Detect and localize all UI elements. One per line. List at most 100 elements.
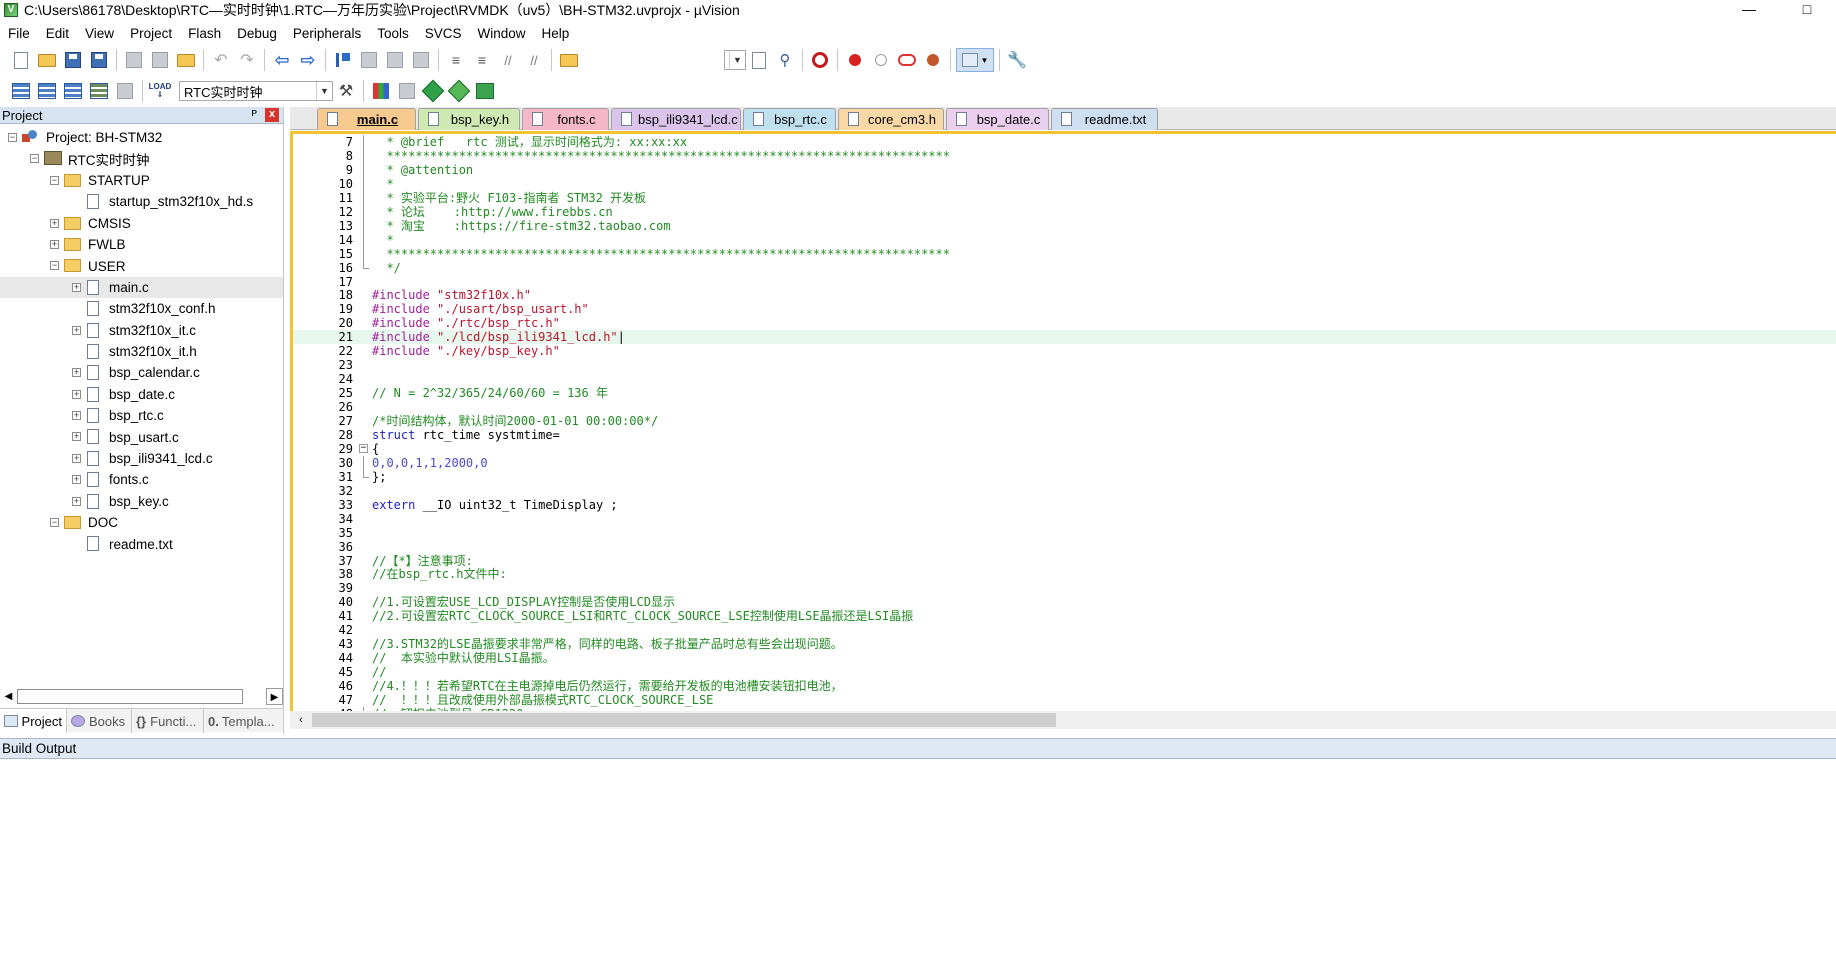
editor-tab[interactable]: bsp_ili9341_lcd.c bbox=[611, 108, 741, 130]
expand-icon[interactable]: + bbox=[72, 282, 81, 292]
expand-icon[interactable]: + bbox=[72, 325, 81, 335]
undo-button[interactable]: ↶ bbox=[209, 48, 233, 72]
tree-item[interactable]: + bsp_usart.c bbox=[0, 426, 283, 447]
find-combo[interactable]: ▼ bbox=[724, 50, 746, 70]
editor-tab[interactable]: core_cm3.h bbox=[838, 108, 944, 130]
collapse-icon[interactable]: − bbox=[359, 443, 368, 453]
find-in-files-button[interactable] bbox=[557, 48, 581, 72]
tab-project[interactable]: Project bbox=[0, 709, 67, 733]
navigate-back-button[interactable]: ⇦ bbox=[270, 48, 294, 72]
tree-item[interactable]: + fonts.c bbox=[0, 469, 283, 490]
menu-svcs[interactable]: SVCS bbox=[417, 26, 470, 41]
tree-item[interactable]: − USER bbox=[0, 255, 283, 276]
stop-build-button[interactable] bbox=[113, 79, 137, 103]
tree-item[interactable]: − Project: BH-STM32 bbox=[0, 127, 283, 148]
tree-item[interactable]: + bsp_ili9341_lcd.c bbox=[0, 448, 283, 469]
expand-icon[interactable]: + bbox=[72, 475, 81, 485]
menu-project[interactable]: Project bbox=[122, 26, 180, 41]
redo-button[interactable]: ↷ bbox=[235, 48, 259, 72]
tree-item[interactable]: − RTC实时时钟 bbox=[0, 148, 283, 169]
incremental-find-button[interactable]: ⚲ bbox=[773, 48, 797, 72]
target-select[interactable]: RTC实时时钟 ▼ bbox=[179, 81, 333, 101]
next-bookmark-button[interactable] bbox=[383, 48, 407, 72]
expand-icon[interactable]: + bbox=[72, 389, 81, 399]
collapse-icon[interactable]: − bbox=[50, 175, 59, 185]
tree-item[interactable]: + FWLB bbox=[0, 234, 283, 255]
editor-horizontal-scrollbar[interactable]: ‹ bbox=[290, 711, 1836, 729]
file-extensions-button[interactable] bbox=[395, 79, 419, 103]
menu-window[interactable]: Window bbox=[469, 26, 533, 41]
expand-icon[interactable]: + bbox=[72, 411, 81, 421]
navigate-forward-button[interactable]: ⇨ bbox=[296, 48, 320, 72]
menu-flash[interactable]: Flash bbox=[180, 26, 229, 41]
editor-tab[interactable]: bsp_date.c bbox=[946, 108, 1049, 130]
scroll-left-icon[interactable]: ‹ bbox=[292, 711, 310, 729]
cut-button[interactable] bbox=[122, 48, 146, 72]
expand-icon[interactable]: + bbox=[72, 368, 81, 378]
tree-item[interactable]: readme.txt bbox=[0, 533, 283, 554]
copy-button[interactable] bbox=[148, 48, 172, 72]
tree-item[interactable]: + bsp_date.c bbox=[0, 384, 283, 405]
tree-item[interactable]: + main.c bbox=[0, 276, 283, 299]
menu-help[interactable]: Help bbox=[534, 26, 578, 41]
save-button[interactable] bbox=[61, 48, 85, 72]
editor-tab[interactable]: bsp_rtc.c bbox=[743, 108, 836, 130]
menu-view[interactable]: View bbox=[77, 26, 122, 41]
tab-functions[interactable]: {} Functi... bbox=[132, 709, 204, 733]
menu-file[interactable]: File bbox=[0, 26, 38, 41]
comment-button[interactable]: // bbox=[496, 48, 520, 72]
project-horizontal-scrollbar[interactable]: ◀ ▶ bbox=[0, 688, 283, 705]
translate-button[interactable] bbox=[9, 79, 33, 103]
collapse-icon[interactable]: − bbox=[30, 154, 39, 164]
window-layout-button[interactable]: ▼ bbox=[956, 48, 994, 72]
maximize-button[interactable]: □ bbox=[1778, 0, 1836, 20]
insert-bookmark-button[interactable] bbox=[331, 48, 355, 72]
expand-icon[interactable]: + bbox=[50, 218, 59, 228]
scrollbar-thumb[interactable] bbox=[17, 689, 243, 704]
collapse-icon[interactable]: − bbox=[50, 518, 59, 528]
select-packs-button[interactable] bbox=[421, 79, 445, 103]
collapse-icon[interactable]: − bbox=[8, 133, 17, 142]
expand-icon[interactable]: + bbox=[50, 239, 59, 249]
collapse-icon[interactable]: − bbox=[50, 261, 59, 271]
paste-button[interactable] bbox=[174, 48, 198, 72]
expand-icon[interactable]: + bbox=[72, 496, 81, 506]
pack-installer-button[interactable] bbox=[447, 79, 471, 103]
find-button[interactable] bbox=[747, 48, 771, 72]
editor-tab[interactable]: readme.txt bbox=[1051, 108, 1158, 130]
insert-breakpoint-button[interactable] bbox=[843, 48, 867, 72]
pin-icon[interactable]: ᴘ bbox=[251, 107, 257, 119]
scrollbar-thumb[interactable] bbox=[312, 713, 1056, 727]
menu-peripherals[interactable]: Peripherals bbox=[285, 26, 369, 41]
scroll-right-icon[interactable]: ▶ bbox=[266, 688, 283, 705]
configure-button[interactable]: 🔧 bbox=[1005, 48, 1029, 72]
unindent-button[interactable]: ≡ bbox=[470, 48, 494, 72]
menu-debug[interactable]: Debug bbox=[229, 26, 285, 41]
disable-breakpoint-button[interactable] bbox=[869, 48, 893, 72]
disable-all-breakpoints-button[interactable] bbox=[895, 48, 919, 72]
indent-button[interactable]: ≡ bbox=[444, 48, 468, 72]
tree-item[interactable]: − STARTUP bbox=[0, 170, 283, 191]
tree-item[interactable]: + bsp_key.c bbox=[0, 491, 283, 512]
editor-tab[interactable]: fonts.c bbox=[522, 108, 609, 130]
editor-tab[interactable]: main.c bbox=[317, 108, 416, 130]
minimize-button[interactable]: — bbox=[1720, 0, 1778, 20]
expand-icon[interactable]: + bbox=[72, 453, 81, 463]
manage-project-items-button[interactable] bbox=[369, 79, 393, 103]
uncomment-button[interactable]: // bbox=[522, 48, 546, 72]
scroll-left-icon[interactable]: ◀ bbox=[0, 688, 17, 705]
build-button[interactable] bbox=[35, 79, 59, 103]
previous-bookmark-button[interactable] bbox=[357, 48, 381, 72]
tree-item[interactable]: + bsp_calendar.c bbox=[0, 362, 283, 383]
save-all-button[interactable] bbox=[87, 48, 111, 72]
menu-tools[interactable]: Tools bbox=[369, 26, 417, 41]
target-options-button[interactable]: ⚒ bbox=[334, 79, 358, 103]
code-editor[interactable]: 7 * @brief rtc 测试，显示时间格式为: xx:xx:xx 8 ***… bbox=[290, 131, 1836, 711]
clear-bookmarks-button[interactable] bbox=[409, 48, 433, 72]
debug-session-button[interactable] bbox=[808, 48, 832, 72]
new-file-button[interactable] bbox=[9, 48, 33, 72]
rebuild-button[interactable] bbox=[61, 79, 85, 103]
tree-item[interactable]: startup_stm32f10x_hd.s bbox=[0, 191, 283, 212]
editor-tab[interactable]: bsp_key.h bbox=[418, 108, 520, 130]
tree-item[interactable]: + bsp_rtc.c bbox=[0, 405, 283, 426]
